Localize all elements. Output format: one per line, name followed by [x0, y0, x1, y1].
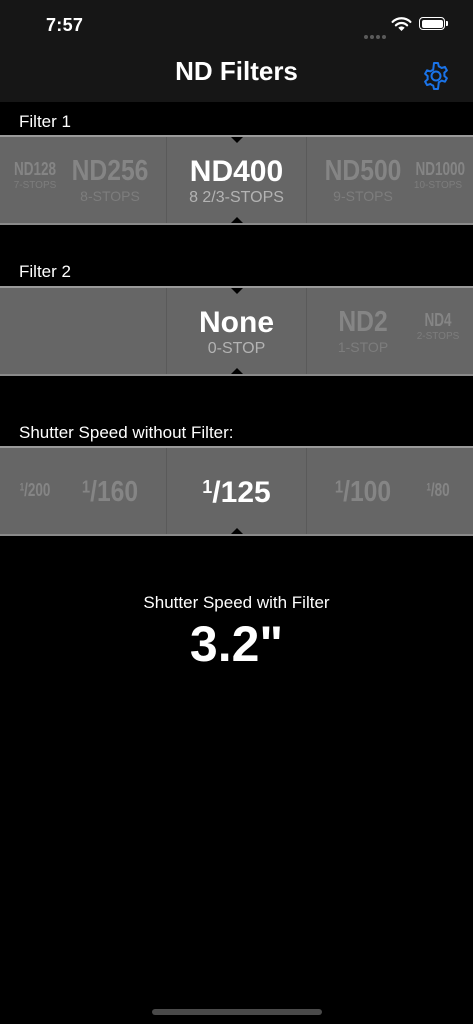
result-shutter-speed: 3.2" [189, 616, 284, 672]
shutter-selected-option[interactable]: 1/125 [167, 448, 306, 534]
filter2-selected-option[interactable]: None 0-STOP [167, 288, 306, 374]
page-title: ND Filters [175, 56, 298, 86]
filter1-option[interactable]: ND256 8-STOPS [50, 137, 170, 223]
filter1-label: Filter 1 [19, 112, 71, 131]
cellular-signal-icon [364, 26, 388, 44]
result-label: Shutter Speed with Filter [143, 593, 330, 612]
filter1-picker[interactable]: ND128 7-STOPS ND256 8-STOPS ND400 8 2/3-… [0, 135, 473, 225]
shutter-option[interactable]: 1/100 [303, 448, 423, 534]
gear-icon[interactable] [420, 60, 452, 92]
battery-icon [419, 17, 445, 30]
filter2-option[interactable]: ND2 1-STOP [303, 288, 423, 374]
filter2-option[interactable]: ND4 2-STOPS [408, 288, 468, 374]
shutter-option[interactable]: 1/160 [50, 448, 170, 534]
shutter-option[interactable]: 1/80 [408, 448, 468, 534]
shutter-speed-picker[interactable]: 1/200 1/160 1/125 1/100 1/80 [0, 446, 473, 536]
filter2-label: Filter 2 [19, 262, 71, 281]
filter2-picker[interactable]: None 0-STOP ND2 1-STOP ND4 2-STOPS [0, 286, 473, 376]
filter1-option[interactable]: ND500 9-STOPS [303, 137, 423, 223]
home-indicator[interactable] [152, 1009, 322, 1015]
shutter-label: Shutter Speed without Filter: [19, 423, 234, 442]
navigation-bar: ND Filters [0, 50, 473, 102]
wifi-icon [391, 17, 412, 31]
status-bar: 7:57 [0, 0, 473, 50]
filter1-selected-option[interactable]: ND400 8 2/3-STOPS [167, 137, 306, 223]
status-time: 7:57 [46, 15, 84, 35]
filter1-option[interactable]: ND1000 10-STOPS [408, 137, 468, 223]
